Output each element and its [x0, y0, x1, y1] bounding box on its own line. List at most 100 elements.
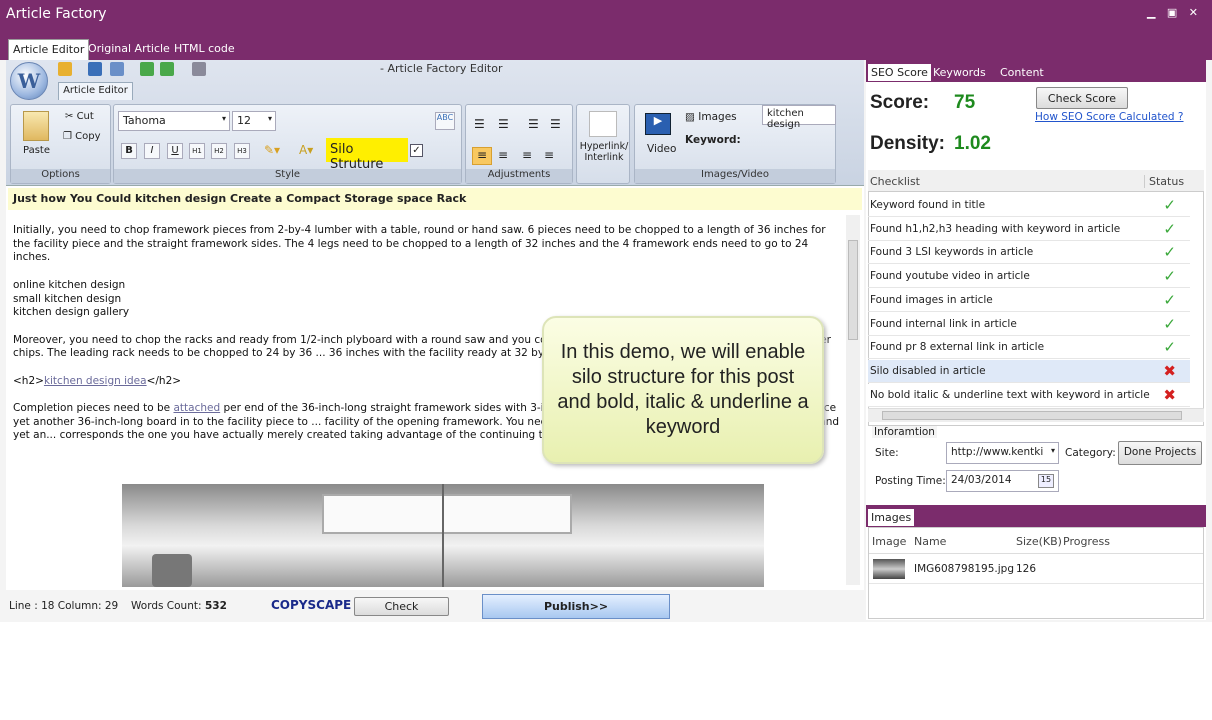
bullet-list-icon[interactable]: ☰ [474, 117, 485, 131]
posting-time-input[interactable]: 24/03/2014 15 [946, 470, 1059, 492]
undo-icon[interactable] [140, 62, 154, 76]
h3-button[interactable]: H3 [234, 143, 250, 159]
pendant-cord [442, 484, 444, 587]
italic-button[interactable]: I [144, 143, 160, 159]
words-count: 532 [205, 600, 227, 612]
justify-icon[interactable]: ≡ [544, 148, 554, 162]
h2-link[interactable]: kitchen design idea [44, 375, 147, 387]
publish-button[interactable]: Publish>> [482, 594, 670, 619]
tab-seo-score[interactable]: SEO Score [868, 64, 931, 81]
keyword-label: Keyword: [685, 134, 741, 146]
paragraph-1: Initially, you need to chop framework pi… [13, 224, 829, 264]
tab-article-editor[interactable]: Article Editor [8, 39, 90, 60]
right-tabstrip: SEO Score Keywords Content [866, 60, 1206, 82]
spellcheck-icon[interactable]: ABC [435, 112, 455, 130]
copyscape-logo: COPYSCAPE [271, 598, 352, 612]
copy-button[interactable]: ❐ Copy [63, 131, 101, 142]
cross-icon: ✖ [1163, 361, 1176, 380]
checklist-row[interactable]: Found pr 8 external link in article ✓ [868, 336, 1190, 360]
video-icon[interactable]: ▶ [645, 113, 671, 135]
font-size-select[interactable]: 12 ▾ [232, 111, 276, 131]
font-family-select[interactable]: Tahoma ▾ [118, 111, 230, 131]
keyword-input[interactable]: kitchen design [762, 105, 836, 130]
status-column-header[interactable]: Status [1144, 175, 1184, 188]
silo-structure-toggle[interactable]: Silo Struture [326, 138, 408, 172]
cut-button[interactable]: ✂ Cut [65, 111, 94, 122]
bold-button[interactable]: B [121, 143, 137, 159]
window-controls[interactable]: ▁ ▣ ✕ [1147, 6, 1202, 19]
copyscape-check-button[interactable]: Check [354, 597, 449, 616]
images-tabstrip: Images [866, 505, 1206, 527]
silo-checkbox[interactable]: ✓ [410, 144, 423, 157]
numbered-list-icon[interactable]: ☰ [498, 117, 509, 131]
copy-icon: ❐ [63, 131, 76, 142]
check-score-button[interactable]: Check Score [1036, 87, 1128, 109]
checklist-item-label: Found images in article [870, 293, 993, 306]
check-icon: ✓ [1163, 267, 1176, 286]
check-icon: ✓ [1163, 196, 1176, 214]
save-icon[interactable] [88, 62, 102, 76]
font-color-icon[interactable]: A▾ [299, 143, 323, 159]
ceiling-light-shape [322, 494, 572, 534]
progress-column-header[interactable]: Progress [1063, 535, 1110, 548]
h2-button[interactable]: H2 [211, 143, 227, 159]
image-column-header[interactable]: Image [872, 535, 906, 548]
hyperlink-button[interactable]: Hyperlink/ Interlink [576, 104, 630, 184]
indent-icon[interactable]: ☰ [550, 117, 561, 131]
checklist-item-label: Found pr 8 external link in article [870, 341, 1045, 354]
words-count-label: Words Count: [131, 600, 202, 612]
editor-scroll-thumb[interactable] [848, 240, 858, 340]
hyperlink-icon [589, 111, 617, 137]
article-headline[interactable]: Just how You Could kitchen design Create… [8, 188, 862, 210]
options-group-label: Options [11, 169, 110, 183]
adjustments-group-label: Adjustments [466, 169, 572, 183]
checklist-column-header[interactable]: Checklist [870, 175, 920, 188]
print-icon[interactable] [192, 62, 206, 76]
align-right-icon[interactable]: ≡ [522, 148, 532, 162]
hscroll-thumb[interactable] [882, 411, 1182, 420]
align-left-icon[interactable]: ≡ [472, 147, 492, 165]
checklist-row[interactable]: Keyword found in title ✓ [868, 194, 1190, 217]
checklist-row[interactable]: Silo disabled in article ✖ [868, 359, 1190, 383]
checklist-row[interactable]: Found internal link in article ✓ [868, 313, 1190, 336]
checklist-row[interactable]: Found images in article ✓ [868, 289, 1190, 312]
size-column-header[interactable]: Size(KB) [1016, 535, 1062, 548]
chevron-down-icon: ▾ [221, 114, 226, 123]
new-icon[interactable] [58, 62, 72, 76]
information-legend: Inforamtion [872, 426, 937, 438]
ribbon-tab-article-editor[interactable]: Article Editor [58, 82, 133, 100]
video-button[interactable]: Video [647, 143, 676, 155]
checklist-row[interactable]: No bold italic & underline text with key… [868, 383, 1190, 407]
main-tabstrip: Article Editor Original Article HTML cod… [0, 30, 1212, 60]
checklist-row[interactable]: Found 3 LSI keywords in article ✓ [868, 241, 1190, 265]
keyword-list-item: online kitchen design [13, 278, 126, 291]
tab-original-article[interactable]: Original Article [84, 39, 174, 60]
h1-button[interactable]: H1 [189, 143, 205, 159]
checklist-item-label: Found youtube video in article [870, 270, 1030, 283]
tab-html-code[interactable]: HTML code [170, 39, 239, 60]
ribbon-title: - Article Factory Editor [380, 62, 503, 75]
checklist-item-label: Silo disabled in article [870, 364, 986, 377]
checklist-row[interactable]: Found h1,h2,h3 heading with keyword in a… [868, 218, 1190, 241]
paste-button[interactable]: Paste [23, 145, 50, 156]
table-row[interactable]: IMG608798195.jpg 126 [869, 554, 1203, 584]
outdent-icon[interactable]: ☰ [528, 117, 539, 131]
attached-link[interactable]: attached [173, 402, 220, 414]
redo-icon[interactable] [160, 62, 174, 76]
tab-keywords[interactable]: Keywords [930, 64, 989, 81]
tab-images[interactable]: Images [868, 509, 915, 526]
category-select[interactable]: Done Projects [1118, 441, 1202, 465]
app-orb-icon[interactable]: W [10, 62, 48, 100]
images-button[interactable]: ▨ Images [685, 111, 737, 123]
how-score-link[interactable]: How SEO Score Calculated ? [1035, 111, 1184, 123]
site-select[interactable]: http://www.kentki ▾ [946, 442, 1059, 464]
save-all-icon[interactable] [110, 62, 124, 76]
align-center-icon[interactable]: ≡ [498, 148, 508, 162]
checklist-hscrollbar[interactable] [868, 408, 1204, 422]
name-column-header[interactable]: Name [914, 535, 946, 548]
adjustments-group: ☰ ☰ ☰ ☰ ≡ ≡ ≡ ≡ Adjustments [465, 104, 573, 184]
highlight-icon[interactable]: ✎▾ [264, 143, 286, 159]
checklist-row[interactable]: Found youtube video in article ✓ [868, 265, 1190, 289]
tab-content[interactable]: Content [997, 64, 1047, 81]
underline-button[interactable]: U [167, 143, 183, 159]
